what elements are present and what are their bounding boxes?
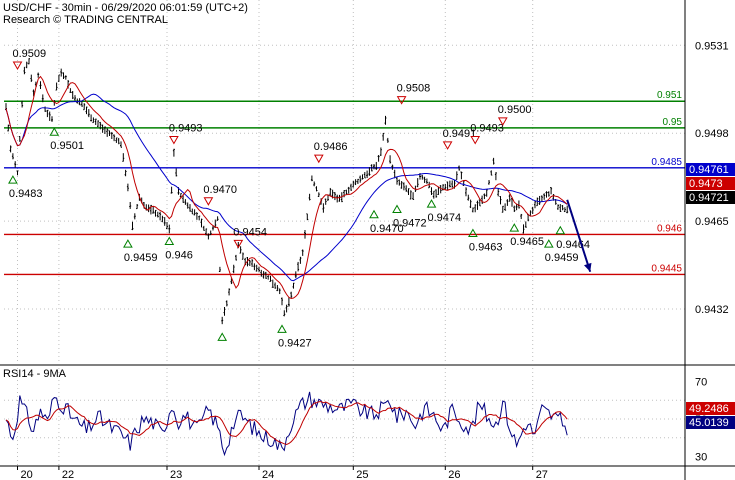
low-label: 0.9459 bbox=[545, 252, 579, 264]
rsi-line bbox=[5, 391, 568, 457]
chart-source: Research © TRADING CENTRAL bbox=[3, 14, 168, 26]
high-label: 0.9454 bbox=[233, 226, 267, 238]
level-label: 0.951 bbox=[657, 90, 682, 101]
support-marker bbox=[392, 204, 402, 213]
price-tick-label: 0.9432 bbox=[695, 304, 729, 316]
time-tick-label: 27 bbox=[536, 469, 548, 480]
low-label: 0.9464 bbox=[556, 239, 590, 251]
low-label: 0.9427 bbox=[278, 337, 312, 349]
low-label: 0.9501 bbox=[50, 140, 84, 152]
support-marker bbox=[217, 332, 228, 341]
support-marker bbox=[369, 209, 379, 219]
ma-layer bbox=[5, 75, 568, 300]
time-tick-label: 25 bbox=[356, 469, 368, 480]
support-marker bbox=[555, 225, 566, 235]
support-marker bbox=[123, 239, 133, 248]
resistance-marker bbox=[396, 96, 407, 105]
support-marker bbox=[277, 324, 287, 333]
high-label: 0.9493 bbox=[169, 123, 203, 135]
time-tick-label: 22 bbox=[62, 469, 74, 480]
resistance-marker bbox=[203, 197, 214, 206]
price-tick-label: 0.9498 bbox=[695, 128, 729, 140]
support-marker bbox=[509, 223, 520, 232]
price-tick-label: 0.9531 bbox=[695, 40, 729, 52]
price-badge-label: 0.94761 bbox=[689, 164, 729, 176]
support-marker bbox=[468, 228, 478, 237]
level-label: 0.95 bbox=[663, 117, 683, 128]
resistance-marker bbox=[313, 154, 324, 164]
level-label: 0.946 bbox=[657, 223, 682, 234]
time-tick-label: 24 bbox=[262, 469, 274, 480]
price-layer bbox=[5, 58, 569, 325]
level-label: 0.9445 bbox=[651, 263, 682, 274]
low-label: 0.9474 bbox=[428, 212, 462, 224]
price-badge-label: 0.94721 bbox=[689, 192, 729, 204]
moving-average-fast bbox=[5, 75, 568, 300]
high-label: 0.9509 bbox=[13, 48, 47, 60]
axis-layer: 0.95310.94980.94650.943220 22 23 24 25 26 270.… bbox=[0, 0, 735, 480]
low-label: 0.946 bbox=[165, 249, 193, 261]
price-badge-label: 0.9473 bbox=[689, 178, 723, 190]
forecast-arrow-head bbox=[584, 262, 592, 272]
high-label: 0.9493 bbox=[470, 123, 504, 135]
support-marker bbox=[49, 127, 60, 136]
rsi-tick-label: 30 bbox=[695, 452, 707, 464]
low-label: 0.9465 bbox=[510, 236, 544, 248]
chart-canvas: 0.9510.950.94850.9460.9445 0.94830.95090… bbox=[0, 0, 735, 480]
time-tick-label: 20 bbox=[21, 469, 33, 480]
support-marker bbox=[543, 239, 554, 248]
rsi-value-label: 49.2486 bbox=[689, 403, 729, 415]
high-label: 0.9486 bbox=[314, 141, 348, 153]
low-label: 0.9472 bbox=[393, 217, 427, 229]
resistance-marker bbox=[12, 61, 23, 70]
rsi-value-label: 45.0139 bbox=[689, 417, 729, 429]
grid-layer bbox=[4, 0, 685, 466]
chart-title: USD/CHF - 30min - 06/29/2020 06:01:59 (U… bbox=[3, 2, 248, 14]
price-tick-label: 0.9465 bbox=[695, 216, 729, 228]
resistance-marker bbox=[169, 136, 179, 145]
support-marker bbox=[8, 175, 18, 184]
high-label: 0.9500 bbox=[498, 104, 532, 116]
rsi-tick-label: 70 bbox=[695, 376, 707, 388]
annotation-layer: 0.9483 0.9509 0.9501 0.9459 0.946 0.9493 0.947… bbox=[8, 48, 590, 349]
time-tick-label: 26 bbox=[448, 469, 460, 480]
low-label: 0.9459 bbox=[124, 252, 158, 264]
rsi-title: RSI14 - 9MA bbox=[3, 368, 67, 380]
time-tick-label: 23 bbox=[170, 469, 182, 480]
high-label: 0.9470 bbox=[203, 184, 237, 196]
low-label: 0.9483 bbox=[9, 188, 43, 200]
support-marker bbox=[426, 199, 437, 208]
resistance-marker bbox=[442, 141, 453, 150]
low-label: 0.9463 bbox=[469, 241, 503, 253]
rsi-layer bbox=[4, 391, 685, 457]
level-label: 0.9485 bbox=[651, 157, 682, 168]
high-label: 0.9508 bbox=[397, 83, 431, 95]
